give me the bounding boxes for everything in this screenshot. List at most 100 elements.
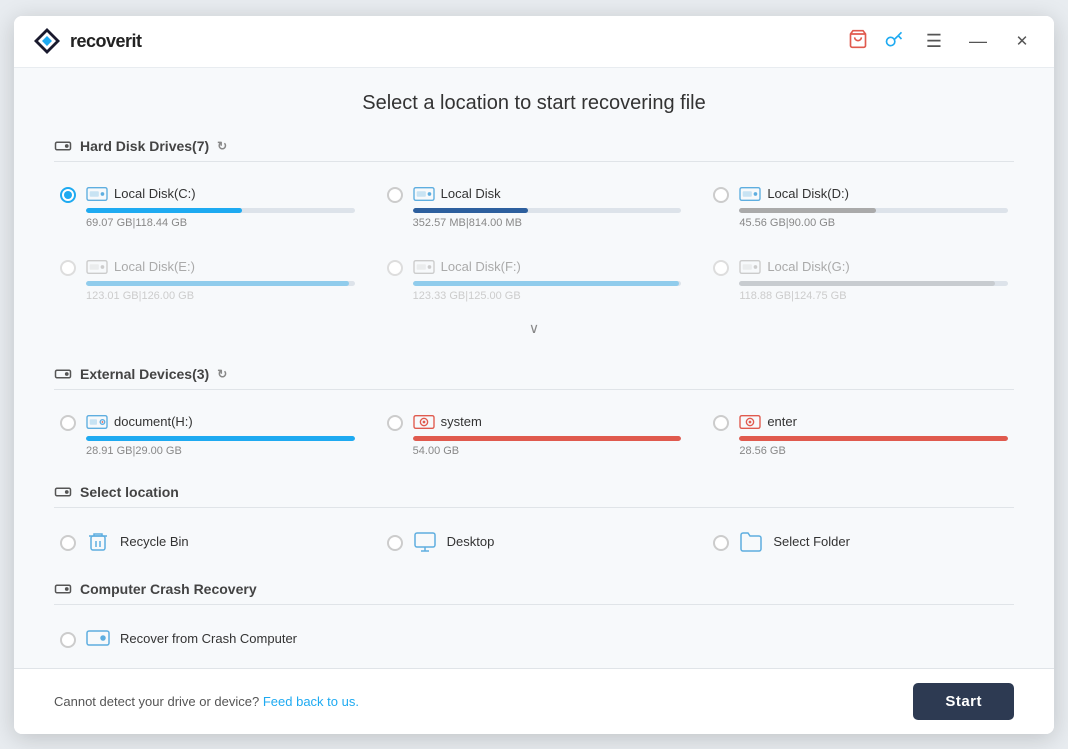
desktop-icon <box>413 530 437 554</box>
progress-bg-system <box>413 436 682 441</box>
drive-item-h[interactable]: document(H:) 28.91 GB|29.00 GB <box>54 404 361 465</box>
location-name-folder: Select Folder <box>773 534 850 549</box>
app-window: recoverit ☰ — ✕ Select a location to sta… <box>14 16 1054 734</box>
select-location-header: Select location <box>54 483 1014 508</box>
drive-item-e[interactable]: Local Disk(E:) 123.01 GB|126.00 GB <box>54 249 361 310</box>
drive-info-d: Local Disk(D:) 45.56 GB|90.00 GB <box>739 184 1008 229</box>
external-devices-section: External Devices(3) ↻ document(H:) <box>54 365 1014 465</box>
select-location-icon <box>54 483 72 501</box>
progress-fill-local <box>413 208 529 213</box>
radio-h[interactable] <box>60 415 76 431</box>
radio-recycle[interactable] <box>60 535 76 551</box>
radio-c[interactable] <box>60 187 76 203</box>
drive-item-c[interactable]: Local Disk(C:) 69.07 GB|118.44 GB <box>54 176 361 237</box>
location-name-desktop: Desktop <box>447 534 495 549</box>
location-item-desktop[interactable]: Desktop <box>381 522 688 562</box>
radio-system[interactable] <box>387 415 403 431</box>
drive-item-g[interactable]: Local Disk(G:) 118.88 GB|124.75 GB <box>707 249 1014 310</box>
drive-info-enter: enter 28.56 GB <box>739 412 1008 457</box>
drive-size-enter: 28.56 GB <box>739 445 1008 457</box>
drive-name-d: Local Disk(D:) <box>767 186 849 201</box>
location-item-recycle[interactable]: Recycle Bin <box>54 522 361 562</box>
drive-info-local: Local Disk 352.57 MB|814.00 MB <box>413 184 682 229</box>
title-bar: recoverit ☰ — ✕ <box>14 16 1054 68</box>
drive-info-e: Local Disk(E:) 123.01 GB|126.00 GB <box>86 257 355 302</box>
radio-enter[interactable] <box>713 415 729 431</box>
location-item-crash[interactable]: Recover from Crash Computer <box>54 619 361 659</box>
external-devices-label: External Devices(3) <box>80 366 209 382</box>
radio-local[interactable] <box>387 187 403 203</box>
crash-disk-icon <box>86 627 110 651</box>
recycle-bin-icon <box>86 530 110 554</box>
usb-icon-system <box>413 412 435 432</box>
drive-info-g: Local Disk(G:) 118.88 GB|124.75 GB <box>739 257 1008 302</box>
hdd-icon-e <box>86 257 108 277</box>
hdd-icon-f <box>413 257 435 277</box>
select-location-section: Select location Recycle Bin Desktop <box>54 483 1014 562</box>
drive-item-f[interactable]: Local Disk(F:) 123.33 GB|125.00 GB <box>381 249 688 310</box>
drive-size-c: 69.07 GB|118.44 GB <box>86 217 355 229</box>
drive-name-c: Local Disk(C:) <box>114 186 196 201</box>
close-button[interactable]: ✕ <box>1008 27 1036 55</box>
external-devices-grid: document(H:) 28.91 GB|29.00 GB s <box>54 404 1014 465</box>
crash-recovery-label: Computer Crash Recovery <box>80 581 257 597</box>
drive-name-local: Local Disk <box>441 186 501 201</box>
radio-e[interactable] <box>60 260 76 276</box>
progress-bg-g <box>739 281 1008 286</box>
radio-g[interactable] <box>713 260 729 276</box>
app-name: recoverit <box>70 31 142 52</box>
hdd-icon-c <box>86 184 108 204</box>
drive-name-system: system <box>441 414 482 429</box>
usb-icon-h <box>86 412 108 432</box>
drive-item-enter[interactable]: enter 28.56 GB <box>707 404 1014 465</box>
location-item-folder[interactable]: Select Folder <box>707 522 1014 562</box>
progress-fill-e <box>86 281 349 286</box>
cart-icon[interactable] <box>848 29 868 54</box>
radio-crash[interactable] <box>60 632 76 648</box>
location-name-recycle: Recycle Bin <box>120 534 189 549</box>
radio-folder[interactable] <box>713 535 729 551</box>
drive-item-d[interactable]: Local Disk(D:) 45.56 GB|90.00 GB <box>707 176 1014 237</box>
hard-disk-refresh-icon[interactable]: ↻ <box>217 139 227 153</box>
location-name-crash: Recover from Crash Computer <box>120 631 297 646</box>
drive-item-system[interactable]: system 54.00 GB <box>381 404 688 465</box>
feedback-link[interactable]: Feed back to us. <box>263 694 359 709</box>
logo-area: recoverit <box>32 26 848 56</box>
drive-size-g: 118.88 GB|124.75 GB <box>739 290 1008 302</box>
hard-disk-section: Hard Disk Drives(7) ↻ Local Disk(C:) <box>54 137 1014 347</box>
drive-info-h: document(H:) 28.91 GB|29.00 GB <box>86 412 355 457</box>
crash-recovery-icon <box>54 580 72 598</box>
radio-f[interactable] <box>387 260 403 276</box>
crash-recovery-section: Computer Crash Recovery Recover from Cra… <box>54 580 1014 659</box>
progress-fill-c <box>86 208 242 213</box>
minimize-button[interactable]: — <box>964 27 992 55</box>
start-button[interactable]: Start <box>913 683 1014 720</box>
drive-name-e: Local Disk(E:) <box>114 259 195 274</box>
hdd-icon-d <box>739 184 761 204</box>
external-refresh-icon[interactable]: ↻ <box>217 367 227 381</box>
crash-recovery-grid: Recover from Crash Computer <box>54 619 1014 659</box>
progress-fill-f <box>413 281 679 286</box>
progress-bg-enter <box>739 436 1008 441</box>
drive-size-system: 54.00 GB <box>413 445 682 457</box>
radio-desktop[interactable] <box>387 535 403 551</box>
progress-bg-e <box>86 281 355 286</box>
drive-info-system: system 54.00 GB <box>413 412 682 457</box>
radio-d[interactable] <box>713 187 729 203</box>
menu-icon[interactable]: ☰ <box>920 27 948 55</box>
progress-bg-h <box>86 436 355 441</box>
footer-hint: Cannot detect your drive or device? Feed… <box>54 694 359 709</box>
drive-info-f: Local Disk(F:) 123.33 GB|125.00 GB <box>413 257 682 302</box>
drive-name-f: Local Disk(F:) <box>441 259 521 274</box>
usb-icon-enter <box>739 412 761 432</box>
drive-name-h: document(H:) <box>114 414 193 429</box>
progress-fill-d <box>739 208 876 213</box>
progress-fill-h <box>86 436 355 441</box>
show-more-button[interactable]: ∨ <box>54 318 1014 347</box>
key-icon[interactable] <box>884 29 904 54</box>
external-devices-header: External Devices(3) ↻ <box>54 365 1014 390</box>
hard-disk-label: Hard Disk Drives(7) <box>80 138 209 154</box>
drive-item-local[interactable]: Local Disk 352.57 MB|814.00 MB <box>381 176 688 237</box>
progress-fill-g <box>739 281 994 286</box>
app-logo-icon <box>32 26 62 56</box>
